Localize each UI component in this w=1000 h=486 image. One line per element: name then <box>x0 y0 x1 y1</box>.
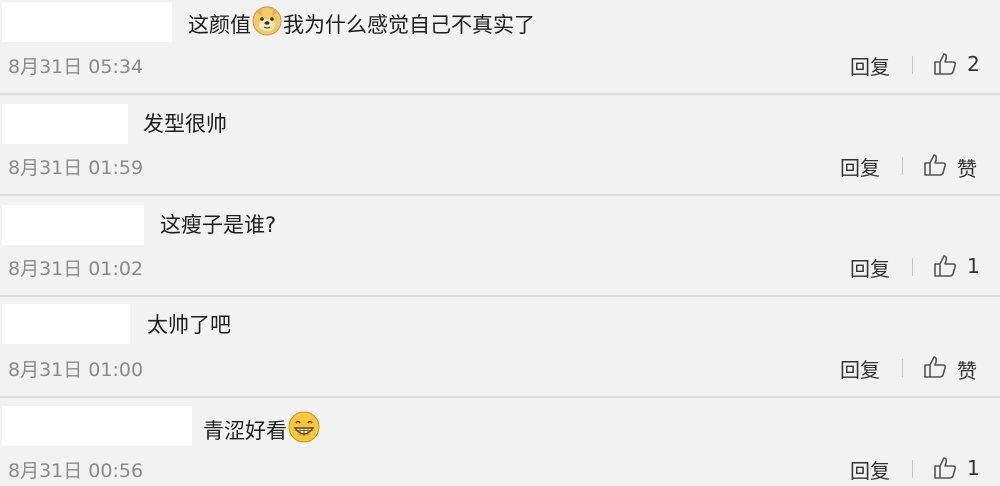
comment-text-part: 这瘦子是谁? <box>160 213 277 237</box>
reply-button[interactable]: 回复 <box>850 51 890 80</box>
comment-text-part: 青涩好看 <box>203 418 287 443</box>
doge-emoji-icon <box>252 6 282 43</box>
comment-timestamp: 8月31日 01:00 <box>8 359 144 381</box>
comment-text: 青涩好看 <box>203 411 321 450</box>
comment-separator <box>0 396 1000 398</box>
action-divider <box>902 359 903 377</box>
comment-timestamp: 8月31日 01:02 <box>8 258 144 280</box>
username-redacted[interactable] <box>2 104 128 144</box>
action-divider <box>912 460 913 478</box>
comment-timestamp: 8月31日 01:59 <box>8 157 144 179</box>
comment-text-part: 这颜值 <box>188 12 251 37</box>
comment-text-part: 太帅了吧 <box>147 313 231 337</box>
like-count: 赞 <box>957 359 977 383</box>
comment-separator <box>0 194 1000 196</box>
thumbs-up-icon[interactable] <box>922 354 948 380</box>
thumbs-up-icon[interactable] <box>932 455 958 481</box>
thumbs-up-icon[interactable] <box>932 253 958 279</box>
action-divider <box>912 56 913 74</box>
grin-emoji-icon <box>288 411 320 450</box>
reply-button[interactable]: 回复 <box>840 152 880 181</box>
action-divider <box>912 258 913 276</box>
reply-button[interactable]: 回复 <box>850 253 890 282</box>
like-count: 1 <box>967 254 980 278</box>
comment-text: 这颜值 我为什么感觉自己不真实了 <box>188 6 535 43</box>
comment-separator <box>0 93 1000 95</box>
username-redacted[interactable] <box>2 304 130 344</box>
username-redacted[interactable] <box>2 2 172 42</box>
thumbs-up-icon[interactable] <box>932 51 958 77</box>
like-count: 2 <box>967 52 980 76</box>
username-redacted[interactable] <box>2 406 192 446</box>
reply-button[interactable]: 回复 <box>850 455 890 484</box>
comment-separator <box>0 295 1000 297</box>
comment-text: 发型很帅 <box>143 110 227 138</box>
like-count: 赞 <box>957 157 977 181</box>
thumbs-up-icon[interactable] <box>922 152 948 178</box>
like-count: 1 <box>967 456 980 480</box>
username-redacted[interactable] <box>2 205 144 245</box>
comment-text: 太帅了吧 <box>147 311 231 339</box>
comment-text-part: 我为什么感觉自己不真实了 <box>283 12 535 37</box>
comment-text: 这瘦子是谁? <box>160 211 276 239</box>
comment-timestamp: 8月31日 00:56 <box>8 460 144 482</box>
comment-text-part: 发型很帅 <box>143 112 227 136</box>
action-divider <box>902 157 903 175</box>
comment-timestamp: 8月31日 05:34 <box>8 56 144 78</box>
reply-button[interactable]: 回复 <box>840 354 880 383</box>
